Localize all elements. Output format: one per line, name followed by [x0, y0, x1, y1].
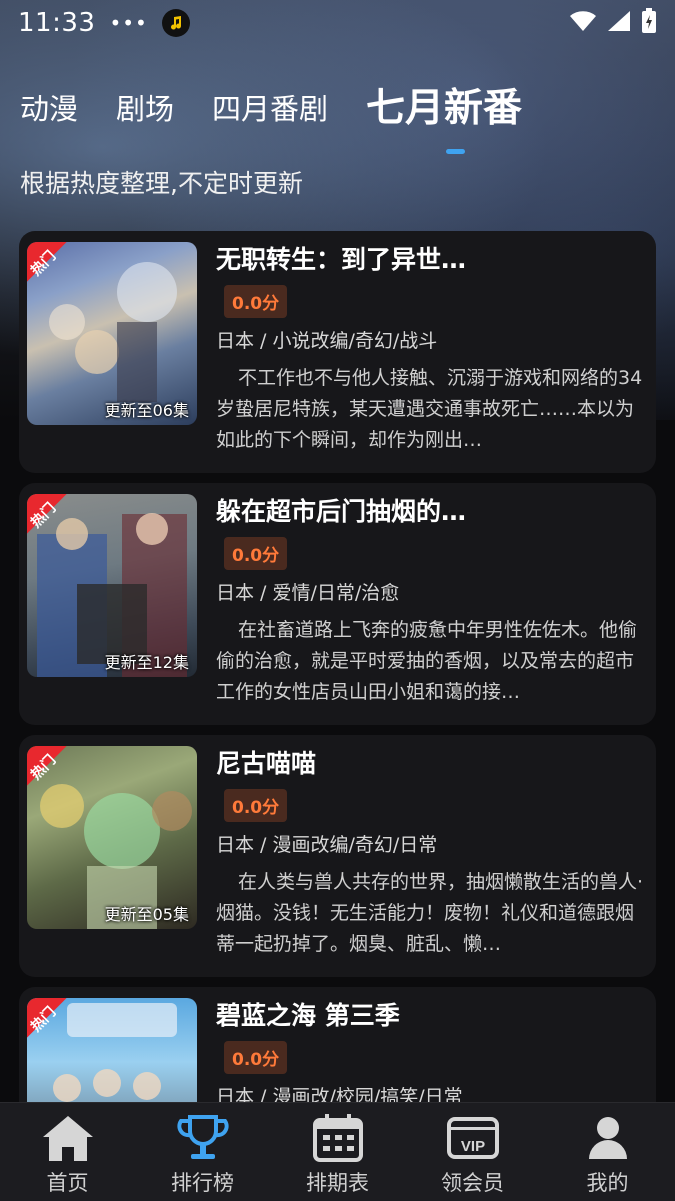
- page-subtitle: 根据热度整理,不定时更新: [20, 169, 303, 198]
- anime-title[interactable]: 碧蓝之海 第三季: [216, 999, 644, 1033]
- calendar-icon: [310, 1113, 366, 1163]
- anime-tags: 日本 / 漫画改/校园/搞笑/日常: [216, 1086, 463, 1102]
- user-icon: [580, 1113, 636, 1163]
- bottom-navigation: 首页 排行榜 排期表 VIP 领会员 我的: [0, 1102, 675, 1201]
- hot-badge: 热门: [27, 494, 83, 550]
- tab-anime[interactable]: 动漫: [20, 84, 78, 134]
- anime-description: 在社畜道路上飞奔的疲惫中年男性佐佐木。他偷偷的治愈，就是平时爱抽的香烟，以及常去…: [216, 619, 638, 703]
- anime-title[interactable]: 躲在超市后门抽烟的…: [216, 495, 644, 529]
- nav-schedule[interactable]: 排期表: [283, 1103, 393, 1201]
- signal-icon: [607, 10, 631, 36]
- music-icon: [161, 9, 190, 37]
- anime-list[interactable]: 热门 更新至06集 无职转生：到了异世… 0.0分 日本 / 小说改编/奇幻/战…: [19, 231, 656, 1102]
- poster-image[interactable]: 热门 更新至12集: [27, 494, 197, 677]
- anime-description: 在人类与兽人共存的世界，抽烟懒散生活的兽人·烟猫。没钱！无生活能力！废物！礼仪和…: [216, 871, 644, 955]
- tab-july-new[interactable]: 七月新番: [366, 84, 522, 134]
- tab-theater[interactable]: 剧场: [116, 84, 174, 134]
- vip-icon: VIP: [445, 1113, 501, 1163]
- nav-label: 领会员: [441, 1171, 504, 1195]
- status-bar: 11:33 •••: [0, 0, 675, 46]
- nav-label: 我的: [586, 1171, 629, 1195]
- hot-badge: 热门: [27, 242, 83, 298]
- notification-dots: •••: [109, 11, 148, 35]
- hot-badge: 热门: [27, 998, 83, 1054]
- nav-vip[interactable]: VIP 领会员: [418, 1103, 528, 1201]
- anime-tags: 日本 / 漫画改编/奇幻/日常: [216, 834, 438, 856]
- anime-tags: 日本 / 爱情/日常/治愈: [216, 582, 400, 604]
- nav-profile[interactable]: 我的: [553, 1103, 663, 1201]
- category-tabs: 动漫 剧场 四月番剧 七月新番: [20, 84, 560, 134]
- score-badge: 0.0分: [224, 285, 288, 318]
- nav-label: 首页: [46, 1171, 89, 1195]
- svg-text:VIP: VIP: [460, 1138, 484, 1155]
- anime-title[interactable]: 尼古喵喵: [216, 747, 644, 781]
- anime-title[interactable]: 无职转生：到了异世…: [216, 243, 644, 277]
- poster-image[interactable]: 热门: [27, 998, 197, 1102]
- nav-home[interactable]: 首页: [13, 1103, 123, 1201]
- anime-tags: 日本 / 小说改编/奇幻/战斗: [216, 330, 438, 352]
- score-badge: 0.0分: [224, 1041, 288, 1074]
- battery-icon: [641, 8, 657, 38]
- anime-card[interactable]: 热门 更新至12集 躲在超市后门抽烟的… 0.0分 日本 / 爱情/日常/治愈 …: [19, 483, 656, 725]
- episode-count: 更新至05集: [104, 905, 189, 924]
- episode-count: 更新至06集: [104, 401, 189, 420]
- anime-card[interactable]: 热门 更新至06集 无职转生：到了异世… 0.0分 日本 / 小说改编/奇幻/战…: [19, 231, 656, 473]
- anime-description: 不工作也不与他人接触、沉溺于游戏和网络的34岁蛰居尼特族，某天遭遇交通事故死亡……: [216, 367, 643, 451]
- status-time: 11:33: [18, 8, 96, 38]
- nav-label: 排行榜: [171, 1171, 234, 1195]
- nav-ranking[interactable]: 排行榜: [148, 1103, 258, 1201]
- active-tab-indicator: [446, 149, 465, 154]
- poster-image[interactable]: 热门 更新至06集: [27, 242, 197, 425]
- score-badge: 0.0分: [224, 537, 288, 570]
- anime-card[interactable]: 热门 碧蓝之海 第三季 0.0分 日本 / 漫画改/校园/搞笑/日常: [19, 987, 656, 1102]
- episode-count: 更新至12集: [104, 653, 189, 672]
- anime-card[interactable]: 热门 更新至05集 尼古喵喵 0.0分 日本 / 漫画改编/奇幻/日常 在人类与…: [19, 735, 656, 977]
- home-icon: [40, 1113, 96, 1163]
- nav-label: 排期表: [306, 1171, 369, 1195]
- poster-image[interactable]: 热门 更新至05集: [27, 746, 197, 929]
- tab-april-series[interactable]: 四月番剧: [212, 84, 328, 134]
- hot-badge: 热门: [27, 746, 83, 802]
- score-badge: 0.0分: [224, 789, 288, 822]
- trophy-icon: [175, 1113, 231, 1163]
- wifi-icon: [569, 10, 597, 36]
